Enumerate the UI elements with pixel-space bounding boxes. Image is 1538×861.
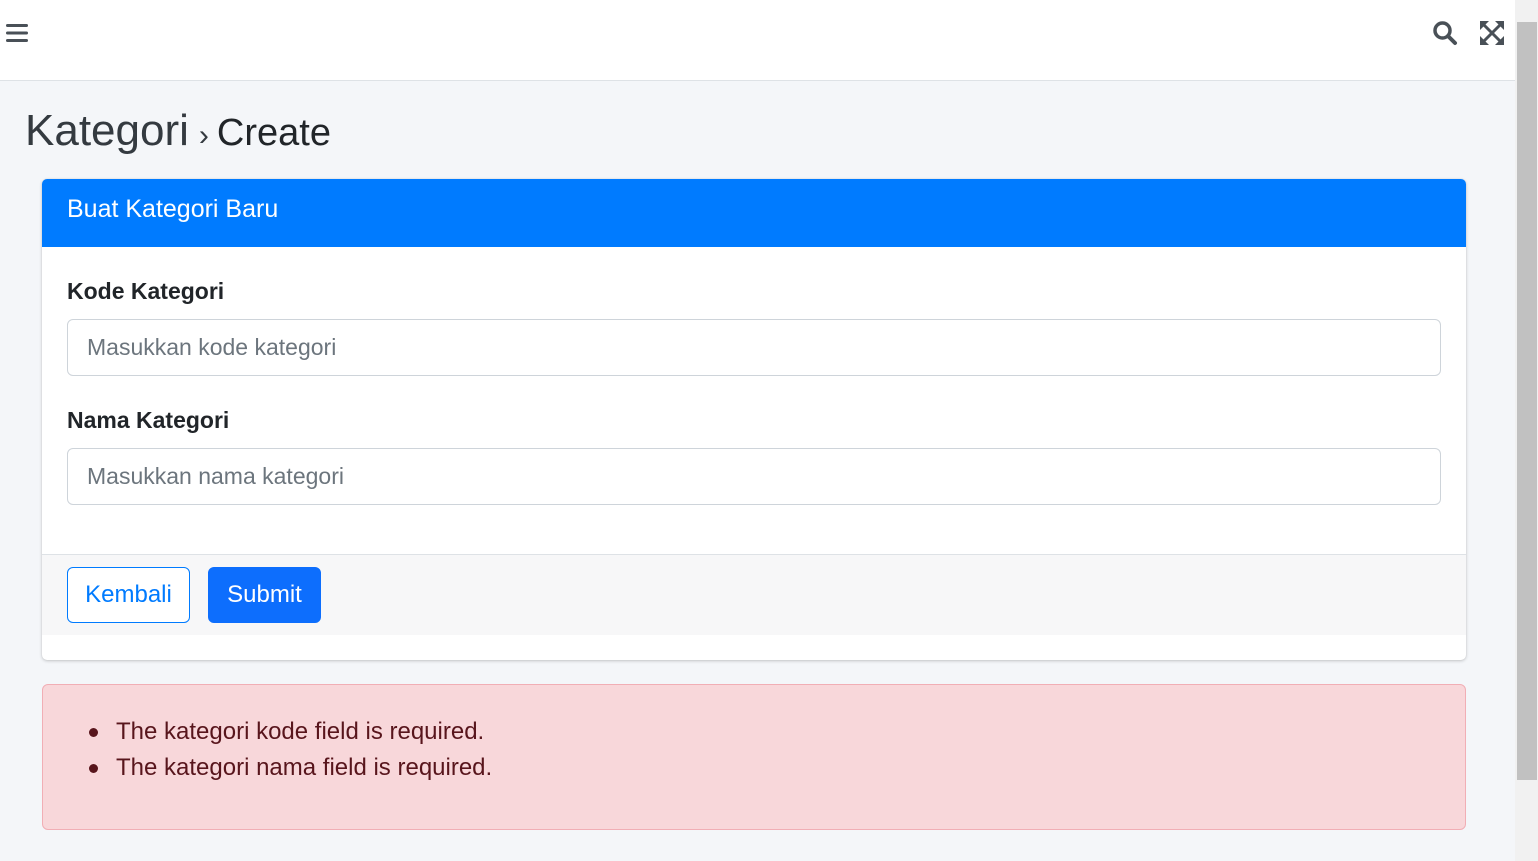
page-scrollbar-thumb[interactable]: [1517, 22, 1537, 780]
breadcrumb-separator: ›: [198, 119, 209, 152]
page-title: Kategori › Create: [25, 106, 331, 156]
bullet-icon: [89, 764, 98, 773]
validation-error-alert: The kategori kode field is required. The…: [42, 684, 1466, 830]
top-navbar: [0, 0, 1515, 81]
page-title-main: Kategori: [25, 106, 189, 155]
error-item: The kategori nama field is required.: [89, 750, 492, 786]
menu-toggle-button[interactable]: [2, 18, 32, 48]
hamburger-icon: [6, 24, 28, 42]
card-header: Buat Kategori Baru: [42, 179, 1466, 247]
back-button[interactable]: Kembali: [67, 567, 190, 623]
error-text: The kategori kode field is required.: [116, 718, 485, 745]
expand-arrows-icon: [1480, 21, 1504, 45]
card-body: Kode Kategori Nama Kategori: [42, 247, 1466, 554]
error-text: The kategori nama field is required.: [116, 754, 493, 781]
submit-button[interactable]: Submit: [208, 567, 321, 623]
kode-kategori-input[interactable]: [67, 319, 1441, 376]
error-list: The kategori kode field is required. The…: [89, 714, 492, 786]
card-footer: Kembali Submit: [42, 554, 1466, 635]
fullscreen-button[interactable]: [1477, 18, 1507, 48]
error-item: The kategori kode field is required.: [89, 714, 492, 750]
page-subtitle: Create: [216, 112, 331, 154]
kode-kategori-label: Kode Kategori: [67, 278, 225, 304]
bullet-icon: [89, 728, 98, 737]
create-category-card: Buat Kategori Baru Kode Kategori Nama Ka…: [42, 179, 1466, 660]
search-icon: [1433, 21, 1457, 45]
nama-kategori-input[interactable]: [67, 448, 1441, 505]
search-button[interactable]: [1430, 18, 1460, 48]
nama-kategori-label: Nama Kategori: [67, 407, 230, 433]
